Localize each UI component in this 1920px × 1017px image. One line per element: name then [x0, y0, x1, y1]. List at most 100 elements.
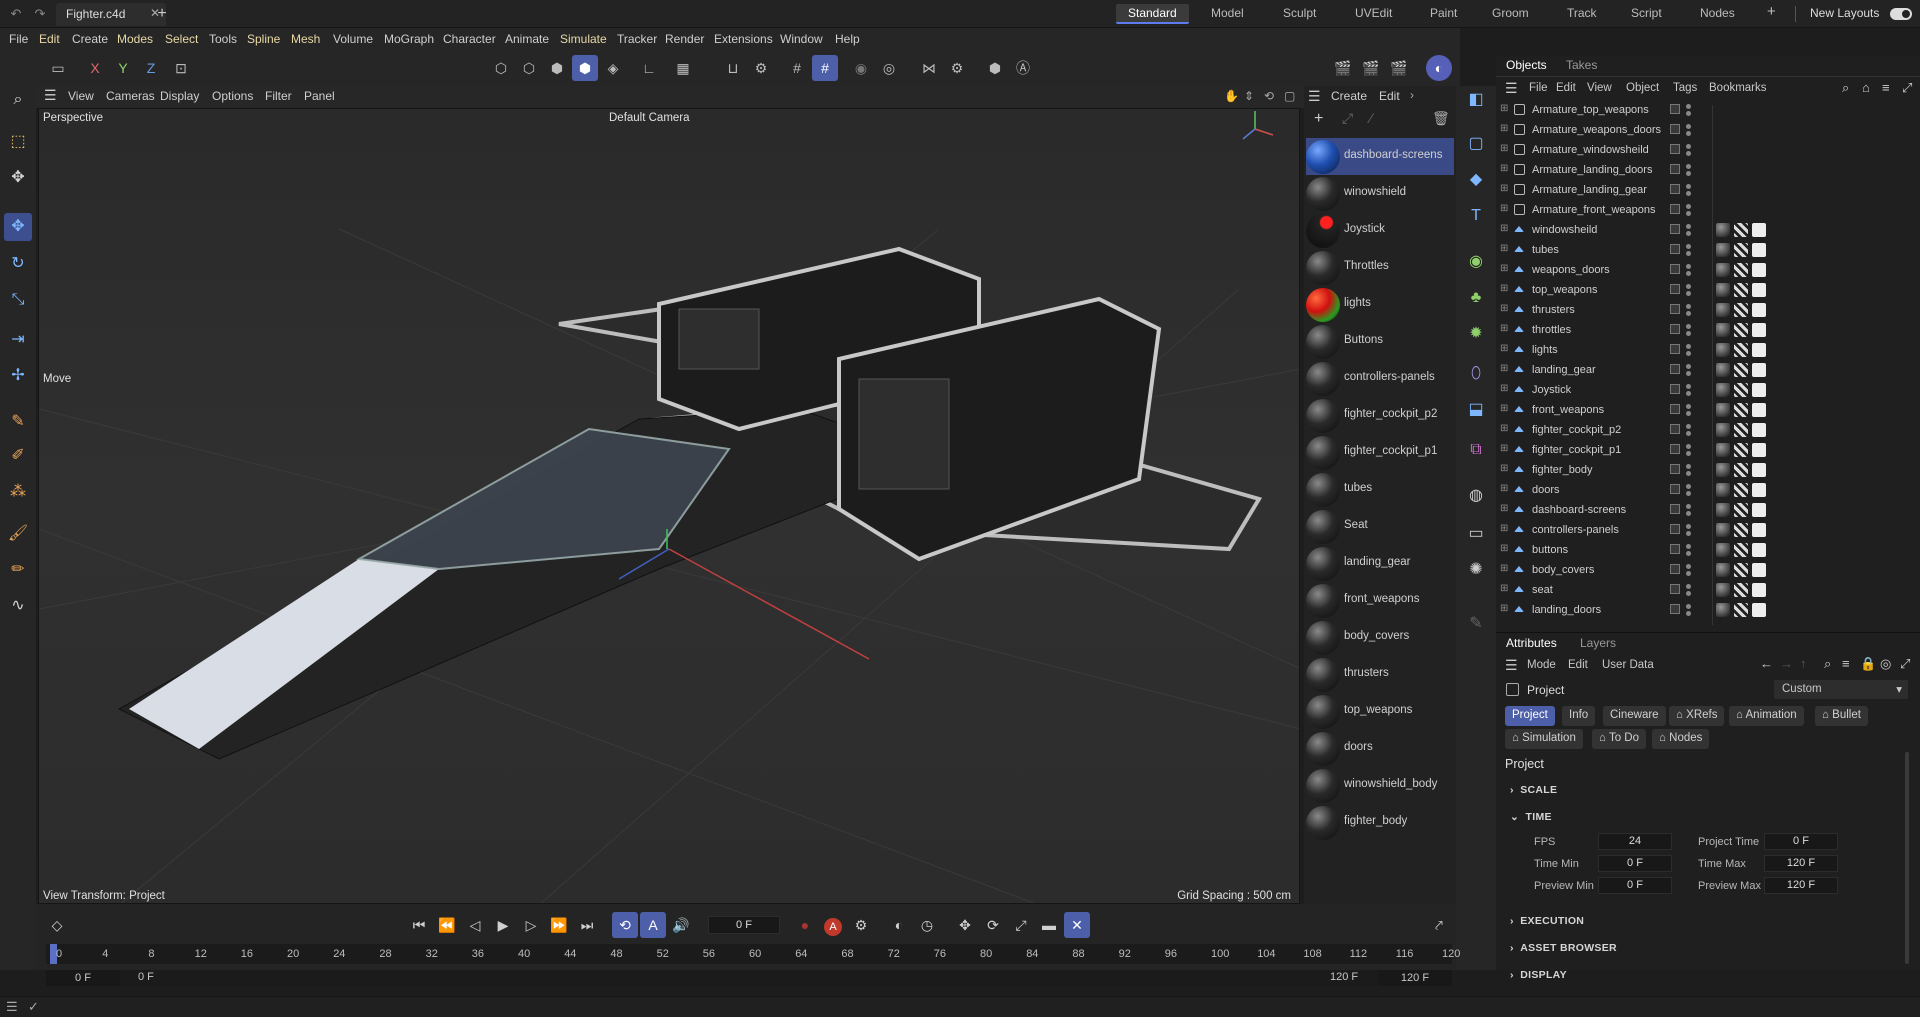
project-time-field[interactable]: 0 F — [1764, 833, 1838, 850]
expand-icon[interactable]: ⊞ — [1500, 503, 1508, 514]
material-item[interactable]: front_weapons — [1306, 582, 1454, 619]
deformer-icon[interactable]: ⬯ — [1462, 360, 1490, 388]
editor-visibility-dot[interactable] — [1686, 144, 1691, 149]
material-tag-icon[interactable] — [1716, 563, 1730, 577]
menu-file[interactable]: File — [9, 32, 28, 46]
editor-visibility-dot[interactable] — [1686, 104, 1691, 109]
expand-icon[interactable]: ⊞ — [1500, 483, 1508, 494]
visibility-toggle[interactable] — [1670, 344, 1680, 354]
object-row[interactable]: ⊞ Joystick — [1500, 381, 1916, 400]
uvw-tag-icon[interactable] — [1734, 543, 1748, 557]
selection-tool-icon[interactable]: ⬚ — [4, 128, 32, 156]
spline-object-icon[interactable]: ▢ — [1462, 130, 1490, 158]
motion-clip-icon[interactable]: ◐ — [886, 912, 912, 938]
material-tag-icon[interactable] — [1716, 503, 1730, 517]
editor-visibility-dot[interactable] — [1686, 204, 1691, 209]
symmetry-icon[interactable]: ⋈ — [916, 55, 942, 81]
material-item[interactable]: Throttles — [1306, 249, 1454, 286]
editor-visibility-dot[interactable] — [1686, 444, 1691, 449]
section-time[interactable]: ⌄ TIME — [1510, 811, 1552, 823]
material-item[interactable]: controllers-panels — [1306, 360, 1454, 397]
uvw-tag-icon[interactable] — [1734, 503, 1748, 517]
render-visibility-dot[interactable] — [1686, 511, 1691, 516]
tweak-tool-icon[interactable]: ✢ — [4, 362, 32, 390]
material-item[interactable]: landing_gear — [1306, 545, 1454, 582]
material-tag-icon[interactable] — [1716, 323, 1730, 337]
scene-icon[interactable]: ⧉ — [1462, 436, 1490, 464]
material-tag-icon[interactable] — [1716, 603, 1730, 617]
phong-tag-icon[interactable] — [1752, 323, 1766, 337]
uvw-tag-icon[interactable] — [1734, 483, 1748, 497]
viewport-menu-panel[interactable]: Panel — [304, 89, 335, 103]
expand-icon[interactable]: ⊞ — [1500, 163, 1508, 174]
viewport-menu-options[interactable]: Options — [212, 89, 253, 103]
phong-tag-icon[interactable] — [1752, 263, 1766, 277]
render-visibility-dot[interactable] — [1686, 291, 1691, 296]
object-row[interactable]: ⊞ doors — [1500, 481, 1916, 500]
play-icon[interactable]: ▶ — [490, 912, 516, 938]
expand-icon[interactable]: ⊞ — [1500, 143, 1508, 154]
workplane-icon[interactable]: ◎ — [876, 55, 902, 81]
orbit-icon[interactable]: ⟲ — [1264, 89, 1274, 103]
keyframe-settings-icon[interactable]: ⚙ — [848, 912, 874, 938]
add-tab-icon[interactable]: + — [152, 4, 172, 24]
viewport-menu-view[interactable]: View — [68, 89, 94, 103]
undo-icon[interactable]: ↶ — [6, 4, 26, 24]
render-visibility-dot[interactable] — [1686, 191, 1691, 196]
attr-tab-cineware[interactable]: Cineware — [1603, 706, 1666, 726]
editor-visibility-dot[interactable] — [1686, 324, 1691, 329]
visibility-toggle[interactable] — [1670, 264, 1680, 274]
key-pla-icon[interactable]: ✕ — [1064, 912, 1090, 938]
editor-visibility-dot[interactable] — [1686, 244, 1691, 249]
object-row[interactable]: ⊞ front_weapons — [1500, 401, 1916, 420]
material-item[interactable]: Joystick — [1306, 212, 1454, 249]
lock-icon[interactable]: 🔒 — [1860, 656, 1876, 672]
menu-spline[interactable]: Spline — [247, 32, 280, 46]
object-row[interactable]: ⊞ lights — [1500, 341, 1916, 360]
section-scale[interactable]: › SCALE — [1510, 784, 1557, 796]
generator-icon[interactable]: ◉ — [1462, 248, 1490, 276]
object-row[interactable]: ⊞ controllers-panels — [1500, 521, 1916, 540]
expand-icon[interactable]: ⊞ — [1500, 263, 1508, 274]
expand-icon[interactable]: ⊞ — [1500, 423, 1508, 434]
attr-tab-info[interactable]: Info — [1562, 706, 1596, 726]
phong-tag-icon[interactable] — [1752, 603, 1766, 617]
key-param-icon[interactable]: ▬ — [1036, 912, 1062, 938]
render-visibility-dot[interactable] — [1686, 251, 1691, 256]
cube-icon[interactable]: ◆ — [1462, 166, 1490, 194]
time-icon[interactable]: ◷ — [914, 912, 940, 938]
hamburger-icon[interactable]: ☰ — [6, 999, 18, 1015]
material-item[interactable]: tubes — [1306, 471, 1454, 508]
expand-icon[interactable]: ⊞ — [1500, 383, 1508, 394]
next-key-icon[interactable]: ⏩ — [546, 912, 572, 938]
hamburger-icon[interactable]: ☰ — [44, 87, 57, 104]
range-start-field[interactable]: 0 F — [46, 970, 120, 986]
uvw-tag-icon[interactable] — [1734, 563, 1748, 577]
editor-visibility-dot[interactable] — [1686, 484, 1691, 489]
layout-tab-script[interactable]: Script — [1631, 6, 1662, 20]
visibility-toggle[interactable] — [1670, 364, 1680, 374]
render-visibility-dot[interactable] — [1686, 311, 1691, 316]
layout-tab-model[interactable]: Model — [1211, 6, 1244, 20]
filter-icon[interactable]: ≡ — [1882, 80, 1890, 95]
uvw-tag-icon[interactable] — [1734, 303, 1748, 317]
forward-arrow-icon[interactable]: → — [1780, 656, 1793, 671]
phong-tag-icon[interactable] — [1752, 443, 1766, 457]
go-to-start-icon[interactable]: ⏮ — [406, 912, 432, 938]
uvw-tag-icon[interactable] — [1734, 423, 1748, 437]
expand-icon[interactable]: ⊞ — [1500, 223, 1508, 234]
object-row[interactable]: ⊞ body_covers — [1500, 561, 1916, 580]
cloner-icon[interactable]: ♣ — [1462, 284, 1490, 312]
objects-menu-view[interactable]: View — [1587, 82, 1612, 94]
object-mode-icon[interactable]: ◈ — [600, 55, 626, 81]
attr-menu-user-data[interactable]: User Data — [1602, 659, 1654, 671]
paint-brush-icon[interactable]: ✏ — [4, 556, 32, 584]
link-icon[interactable]: ⤢ — [1342, 110, 1353, 127]
objects-menu-bookmarks[interactable]: Bookmarks — [1709, 82, 1767, 94]
check-icon[interactable]: ✓ — [28, 999, 39, 1015]
render-visibility-dot[interactable] — [1686, 371, 1691, 376]
layout-tab-nodes[interactable]: Nodes — [1700, 6, 1735, 20]
material-item[interactable]: body_covers — [1306, 619, 1454, 656]
phong-tag-icon[interactable] — [1752, 503, 1766, 517]
phong-tag-icon[interactable] — [1752, 303, 1766, 317]
